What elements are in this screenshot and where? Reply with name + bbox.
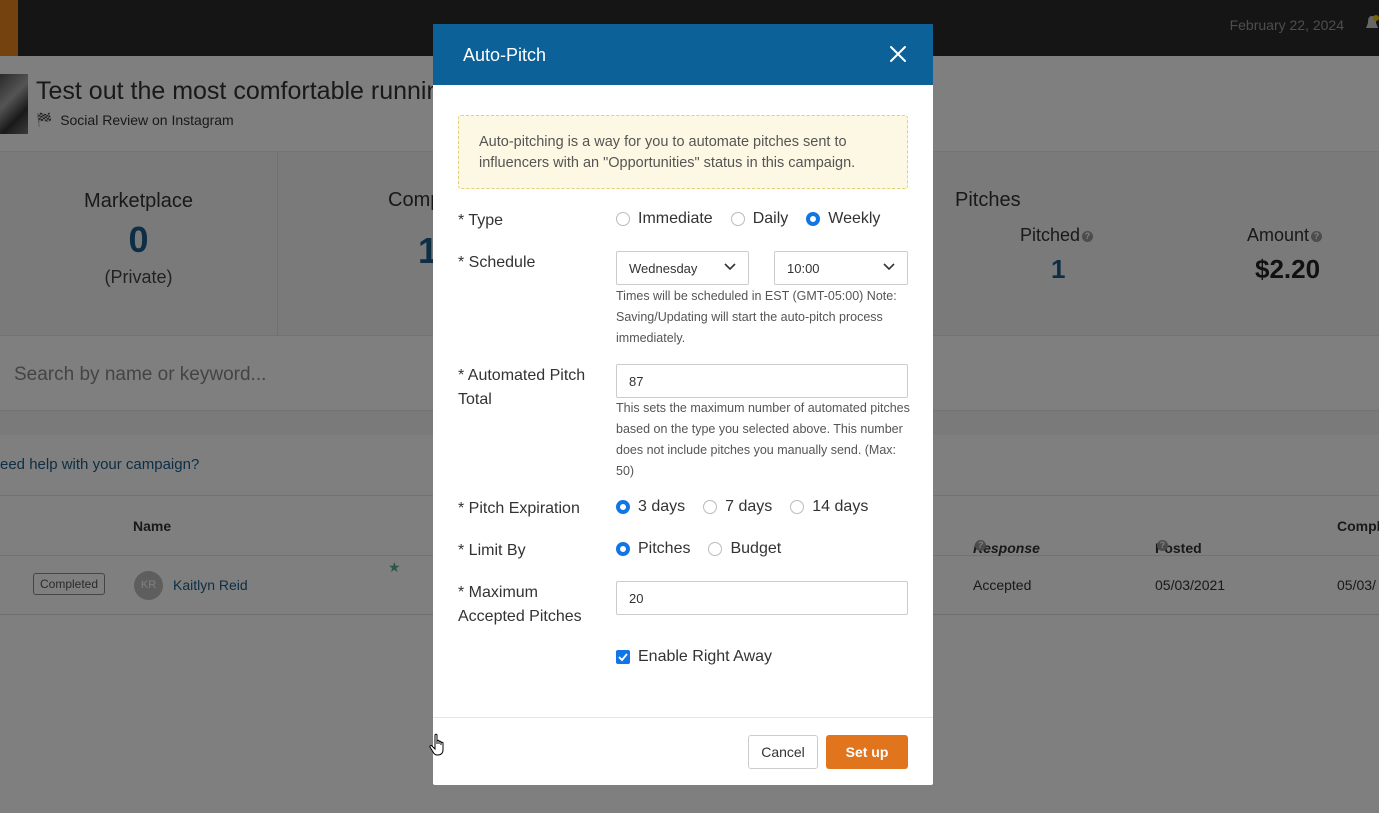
radio-daily[interactable] [730, 212, 745, 226]
option-label: Pitches [638, 540, 691, 557]
expiration-option-7-days[interactable]: 7 days [703, 498, 772, 516]
auto-pitch-modal: Auto-Pitch Auto-pitching is a way for yo… [433, 24, 933, 785]
pitch-total-help: This sets the maximum number of automate… [616, 401, 910, 478]
type-label: * Type [458, 212, 504, 229]
schedule-time-select[interactable]: 10:00 [774, 251, 908, 285]
radio-immediate[interactable] [616, 212, 630, 226]
info-notice: Auto-pitching is a way for you to automa… [458, 115, 908, 189]
schedule-help: Times will be scheduled in EST (GMT-05:0… [616, 289, 897, 345]
option-label: Daily [752, 210, 789, 227]
chevron-down-icon [883, 263, 895, 271]
radio-budget[interactable] [708, 542, 723, 556]
type-option-immediate[interactable]: Immediate [616, 210, 713, 228]
schedule-time-value: 10:00 [787, 261, 820, 276]
modal-footer: Cancel Set up [433, 717, 933, 785]
expiration-option-14-days[interactable]: 14 days [790, 498, 868, 516]
option-label: Immediate [638, 210, 713, 227]
option-label: Weekly [828, 210, 881, 227]
modal-header: Auto-Pitch [433, 24, 933, 85]
limit-by-label: * Limit By [458, 542, 526, 559]
type-option-weekly[interactable]: Weekly [806, 210, 880, 228]
schedule-label: * Schedule [458, 254, 536, 271]
pitch-total-input[interactable] [616, 364, 908, 398]
option-label: 14 days [812, 498, 869, 515]
chevron-down-icon [724, 263, 736, 271]
option-label: Budget [730, 540, 782, 557]
radio-pitches[interactable] [616, 542, 630, 556]
schedule-day-select[interactable]: Wednesday [616, 251, 749, 285]
type-option-daily[interactable]: Daily [730, 210, 789, 228]
close-icon[interactable] [888, 44, 908, 64]
radio-3-days[interactable] [616, 500, 630, 514]
limit-radio-group: Pitches Budget [616, 540, 799, 558]
modal-title: Auto-Pitch [463, 45, 547, 65]
max-accepted-input[interactable] [616, 581, 908, 615]
checkbox-checked[interactable] [616, 650, 630, 664]
limit-option-budget[interactable]: Budget [708, 540, 781, 558]
radio-7-days[interactable] [703, 500, 718, 514]
check-icon [618, 653, 628, 662]
radio-14-days[interactable] [790, 500, 805, 514]
enable-label: Enable Right Away [638, 648, 773, 665]
setup-button[interactable]: Set up [826, 735, 908, 769]
limit-option-pitches[interactable]: Pitches [616, 540, 690, 558]
cancel-button[interactable]: Cancel [748, 735, 818, 769]
hand-cursor-icon [429, 733, 444, 756]
radio-weekly[interactable] [806, 212, 821, 226]
enable-right-away-checkbox[interactable]: Enable Right Away [616, 648, 772, 666]
schedule-day-value: Wednesday [629, 261, 698, 276]
max-accepted-label: * Maximum Accepted Pitches [458, 584, 582, 625]
pitch-total-label: * Automated Pitch Total [458, 367, 586, 408]
option-label: 7 days [725, 498, 773, 515]
expiration-radio-group: 3 days 7 days 14 days [616, 498, 886, 516]
option-label: 3 days [638, 498, 686, 515]
type-radio-group: Immediate Daily Weekly [616, 210, 898, 228]
expiration-option-3-days[interactable]: 3 days [616, 498, 685, 516]
expiration-label: * Pitch Expiration [458, 500, 580, 517]
